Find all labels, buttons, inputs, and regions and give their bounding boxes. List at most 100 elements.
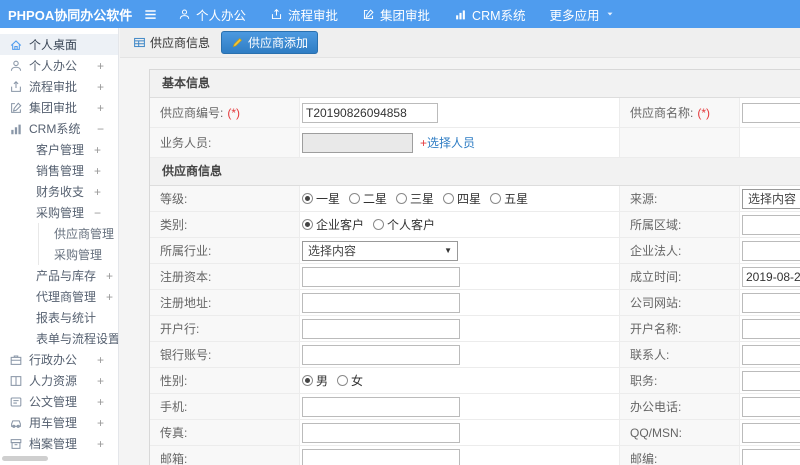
form-row: 开户行: 开户名称: [150, 316, 800, 342]
topnav-item-crm-system[interactable]: CRM系统 [454, 5, 526, 24]
field-office-phone[interactable] [742, 396, 800, 417]
radio-icon[interactable] [302, 219, 313, 230]
field-registered-capital[interactable] [302, 266, 460, 287]
field-supplier-code[interactable] [302, 102, 438, 123]
field-registered-address[interactable] [302, 292, 460, 313]
field-qq-msn[interactable] [742, 422, 800, 443]
sidebar-item-label: 人力资源 [29, 374, 78, 388]
expander-icon[interactable]: + [97, 80, 104, 94]
sidebar-item-product-inventory[interactable]: 产品与库存 + [0, 265, 118, 286]
radio-option[interactable]: 二星 [349, 190, 387, 207]
radio-option[interactable]: 个人客户 [373, 216, 435, 233]
expander-icon[interactable]: + [94, 164, 101, 178]
sidebar-item-admin-office[interactable]: 行政办公 + [0, 349, 118, 370]
field-value-cell [300, 316, 620, 341]
field-zipcode[interactable] [742, 448, 800, 465]
radio-label: 二星 [363, 192, 388, 206]
sidebar-item-personal-desktop[interactable]: 个人桌面 [0, 34, 118, 55]
radio-icon[interactable] [396, 193, 408, 204]
field-region[interactable] [742, 214, 800, 235]
radio-option[interactable]: 男 [302, 372, 328, 389]
radio-option[interactable]: 企业客户 [302, 216, 364, 233]
radio-icon[interactable] [443, 193, 455, 204]
doc-icon [9, 395, 23, 409]
expander-icon[interactable]: + [97, 374, 104, 388]
topnav-item-process-approval[interactable]: 流程审批 [270, 5, 338, 24]
field-value-cell: 选择内容▼ [740, 186, 800, 211]
field-fax[interactable] [302, 422, 460, 443]
topnav-item-more-apps[interactable]: 更多应用 [550, 5, 615, 24]
field-value-cell [740, 264, 800, 289]
radio-option[interactable]: 四星 [443, 190, 481, 207]
select-industry[interactable]: 选择内容 ▼ [302, 240, 458, 261]
radio-option[interactable]: 女 [337, 372, 363, 389]
sidebar-item-crm-system[interactable]: CRM系统 − [0, 118, 118, 139]
caret-down-icon: ▼ [444, 246, 452, 255]
field-label: 银行账号: [160, 348, 212, 362]
expander-icon[interactable]: + [97, 353, 104, 367]
select-person-link[interactable]: +选择人员 [420, 134, 475, 151]
sidebar-item-reports-stats[interactable]: 报表与统计 [0, 307, 118, 328]
content-area: 基本信息供应商编号:(*)供应商名称:(*)业务人员:+选择人员供应商信息等级:… [120, 58, 800, 465]
field-company-website[interactable] [742, 292, 800, 313]
field-supplier-name[interactable] [742, 102, 800, 123]
expander-icon[interactable]: − [94, 206, 101, 220]
sidebar-item-customer-mgmt[interactable]: 客户管理 + [0, 139, 118, 160]
topnav-label: 流程审批 [288, 8, 339, 23]
field-bank-account[interactable] [302, 344, 460, 365]
expander-icon[interactable]: + [97, 437, 104, 451]
expander-icon[interactable]: + [97, 395, 104, 409]
sidebar-item-archive-mgmt[interactable]: 档案管理 + [0, 433, 118, 454]
radio-option[interactable]: 五星 [490, 190, 528, 207]
field-position[interactable] [742, 370, 800, 391]
radio-option[interactable]: 一星 [302, 190, 340, 207]
topnav-item-personal-office[interactable]: 个人办公 [178, 5, 246, 24]
expander-icon[interactable]: + [94, 143, 101, 157]
select-source[interactable]: 选择内容▼ [742, 188, 800, 209]
sidebar-item-document-mgmt[interactable]: 公文管理 + [0, 391, 118, 412]
expander-icon[interactable]: + [106, 290, 113, 304]
radio-icon[interactable] [349, 193, 361, 204]
expander-icon[interactable]: + [106, 269, 113, 283]
form-row: 性别: 男女职务: [150, 368, 800, 394]
sidebar-item-hr[interactable]: 人力资源 + [0, 370, 118, 391]
radio-icon[interactable] [337, 375, 349, 386]
field-email[interactable] [302, 448, 460, 465]
sidebar-item-vehicle-mgmt[interactable]: 用车管理 + [0, 412, 118, 433]
sidebar-item-process-approval[interactable]: 流程审批 + [0, 76, 118, 97]
tab-label: 供应商信息 [150, 36, 211, 50]
sidebar-item-purchasing[interactable]: 采购管理 [39, 244, 118, 265]
field-founding-date[interactable] [742, 266, 800, 287]
sidebar-item-sales-mgmt[interactable]: 销售管理 + [0, 160, 118, 181]
sidebar-item-form-process-settings[interactable]: 表单与流程设置+ [0, 328, 118, 349]
field-contact-person[interactable] [742, 344, 800, 365]
field-label: 供应商编号: [160, 106, 224, 120]
field-mobile[interactable] [302, 396, 460, 417]
field-legal-person[interactable] [742, 240, 800, 261]
field-business-person[interactable] [302, 132, 413, 153]
expander-icon[interactable]: + [97, 59, 104, 73]
horizontal-scrollbar[interactable] [2, 456, 48, 461]
sidebar-item-finance[interactable]: 财务收支 + [0, 181, 118, 202]
field-bank[interactable] [302, 318, 460, 339]
radio-icon[interactable] [302, 375, 313, 386]
expander-icon[interactable]: − [97, 122, 104, 136]
field-label-cell: 公司网站: [620, 290, 740, 315]
radio-icon[interactable] [302, 193, 313, 204]
radio-icon[interactable] [373, 219, 385, 230]
sidebar-item-purchase-mgmt[interactable]: 采购管理 − [0, 202, 118, 223]
expander-icon[interactable]: + [97, 101, 104, 115]
tab-supplier-info[interactable]: 供应商信息 [133, 34, 210, 51]
hamburger-menu-icon[interactable] [143, 7, 158, 22]
sidebar-item-agent-mgmt[interactable]: 代理商管理 + [0, 286, 118, 307]
radio-icon[interactable] [490, 193, 502, 204]
expander-icon[interactable]: + [97, 416, 104, 430]
sidebar-item-supplier-mgmt[interactable]: 供应商管理 [39, 223, 118, 244]
sidebar-item-personal-office[interactable]: 个人办公 + [0, 55, 118, 76]
field-account-name[interactable] [742, 318, 800, 339]
radio-option[interactable]: 三星 [396, 190, 434, 207]
sidebar-item-group-approval[interactable]: 集团审批 + [0, 97, 118, 118]
topnav-item-group-approval[interactable]: 集团审批 [362, 5, 430, 24]
tab-supplier-add[interactable]: 供应商添加 [221, 31, 319, 54]
expander-icon[interactable]: + [94, 185, 101, 199]
